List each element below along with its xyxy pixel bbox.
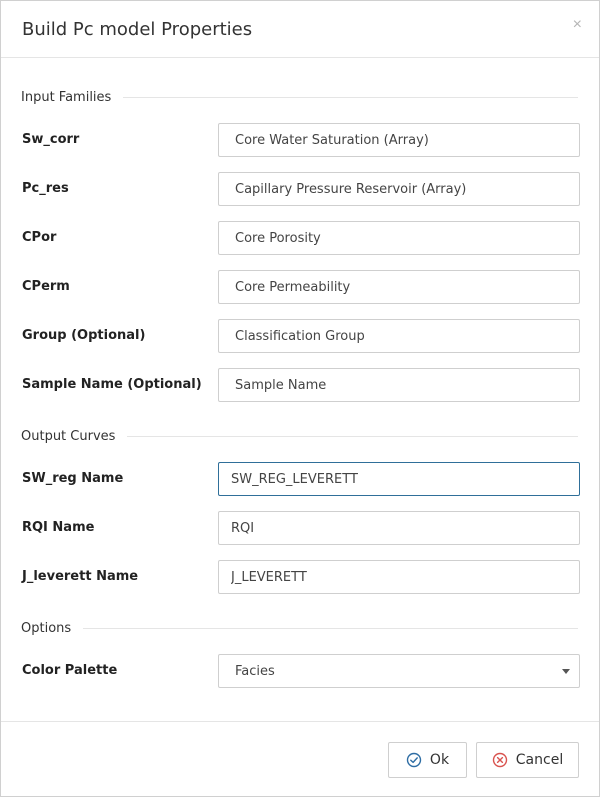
row-sample-name: Sample Name (Optional) Sample Name: [22, 368, 580, 402]
dialog-title: Build Pc model Properties: [22, 19, 253, 40]
row-rqi-name: RQI Name: [22, 511, 580, 545]
rqi-name-label: RQI Name: [22, 520, 95, 535]
dialog-header: Build Pc model Properties ×: [1, 1, 599, 58]
check-circle-icon: [406, 752, 422, 768]
properties-dialog: Build Pc model Properties × Input Famili…: [0, 0, 600, 797]
section-divider: [83, 627, 578, 629]
dialog-body: Input Families Sw_corr Core Water Satura…: [1, 58, 599, 721]
section-label: Output Curves: [21, 428, 116, 444]
sw-corr-label: Sw_corr: [22, 132, 80, 147]
sample-name-field[interactable]: Sample Name: [218, 368, 580, 402]
section-output-curves: Output Curves: [21, 426, 578, 446]
color-palette-value: Facies: [235, 663, 275, 679]
row-group: Group (Optional) Classification Group: [22, 319, 580, 353]
cperm-field[interactable]: Core Permeability: [218, 270, 580, 304]
color-palette-label: Color Palette: [22, 663, 118, 678]
row-sw-corr: Sw_corr Core Water Saturation (Array): [22, 123, 580, 157]
j-leverett-name-input[interactable]: [218, 560, 580, 594]
ok-button[interactable]: Ok: [388, 742, 467, 778]
j-leverett-name-label: J_leverett Name: [22, 569, 139, 584]
chevron-down-icon[interactable]: [562, 669, 570, 674]
sw-corr-field[interactable]: Core Water Saturation (Array): [218, 123, 580, 157]
sw-reg-name-input[interactable]: [218, 462, 580, 496]
ok-button-label: Ok: [429, 752, 450, 768]
row-cpor: CPor Core Porosity: [22, 221, 580, 255]
section-divider: [123, 96, 578, 98]
cpor-label: CPor: [22, 230, 57, 245]
dialog-footer: Ok Cancel: [1, 721, 599, 796]
cancel-button[interactable]: Cancel: [476, 742, 579, 778]
section-label: Input Families: [21, 89, 112, 105]
cperm-label: CPerm: [22, 279, 70, 294]
color-palette-select[interactable]: Facies: [218, 654, 580, 688]
rqi-name-input[interactable]: [218, 511, 580, 545]
cancel-button-label: Cancel: [515, 752, 564, 768]
sw-reg-name-label: SW_reg Name: [22, 471, 124, 486]
pc-res-field[interactable]: Capillary Pressure Reservoir (Array): [218, 172, 580, 206]
pc-res-label: Pc_res: [22, 181, 69, 196]
close-icon[interactable]: ×: [573, 16, 582, 34]
row-color-palette: Color Palette Facies: [22, 654, 580, 688]
sample-name-label: Sample Name (Optional): [22, 377, 202, 392]
section-label: Options: [21, 620, 72, 636]
section-options: Options: [21, 618, 578, 638]
x-circle-icon: [492, 752, 508, 768]
cpor-field[interactable]: Core Porosity: [218, 221, 580, 255]
group-label: Group (Optional): [22, 328, 146, 343]
row-j-leverett-name: J_leverett Name: [22, 560, 580, 594]
row-cperm: CPerm Core Permeability: [22, 270, 580, 304]
row-sw-reg-name: SW_reg Name: [22, 462, 580, 496]
row-pc-res: Pc_res Capillary Pressure Reservoir (Arr…: [22, 172, 580, 206]
section-input-families: Input Families: [21, 87, 578, 107]
section-divider: [127, 435, 578, 437]
group-field[interactable]: Classification Group: [218, 319, 580, 353]
